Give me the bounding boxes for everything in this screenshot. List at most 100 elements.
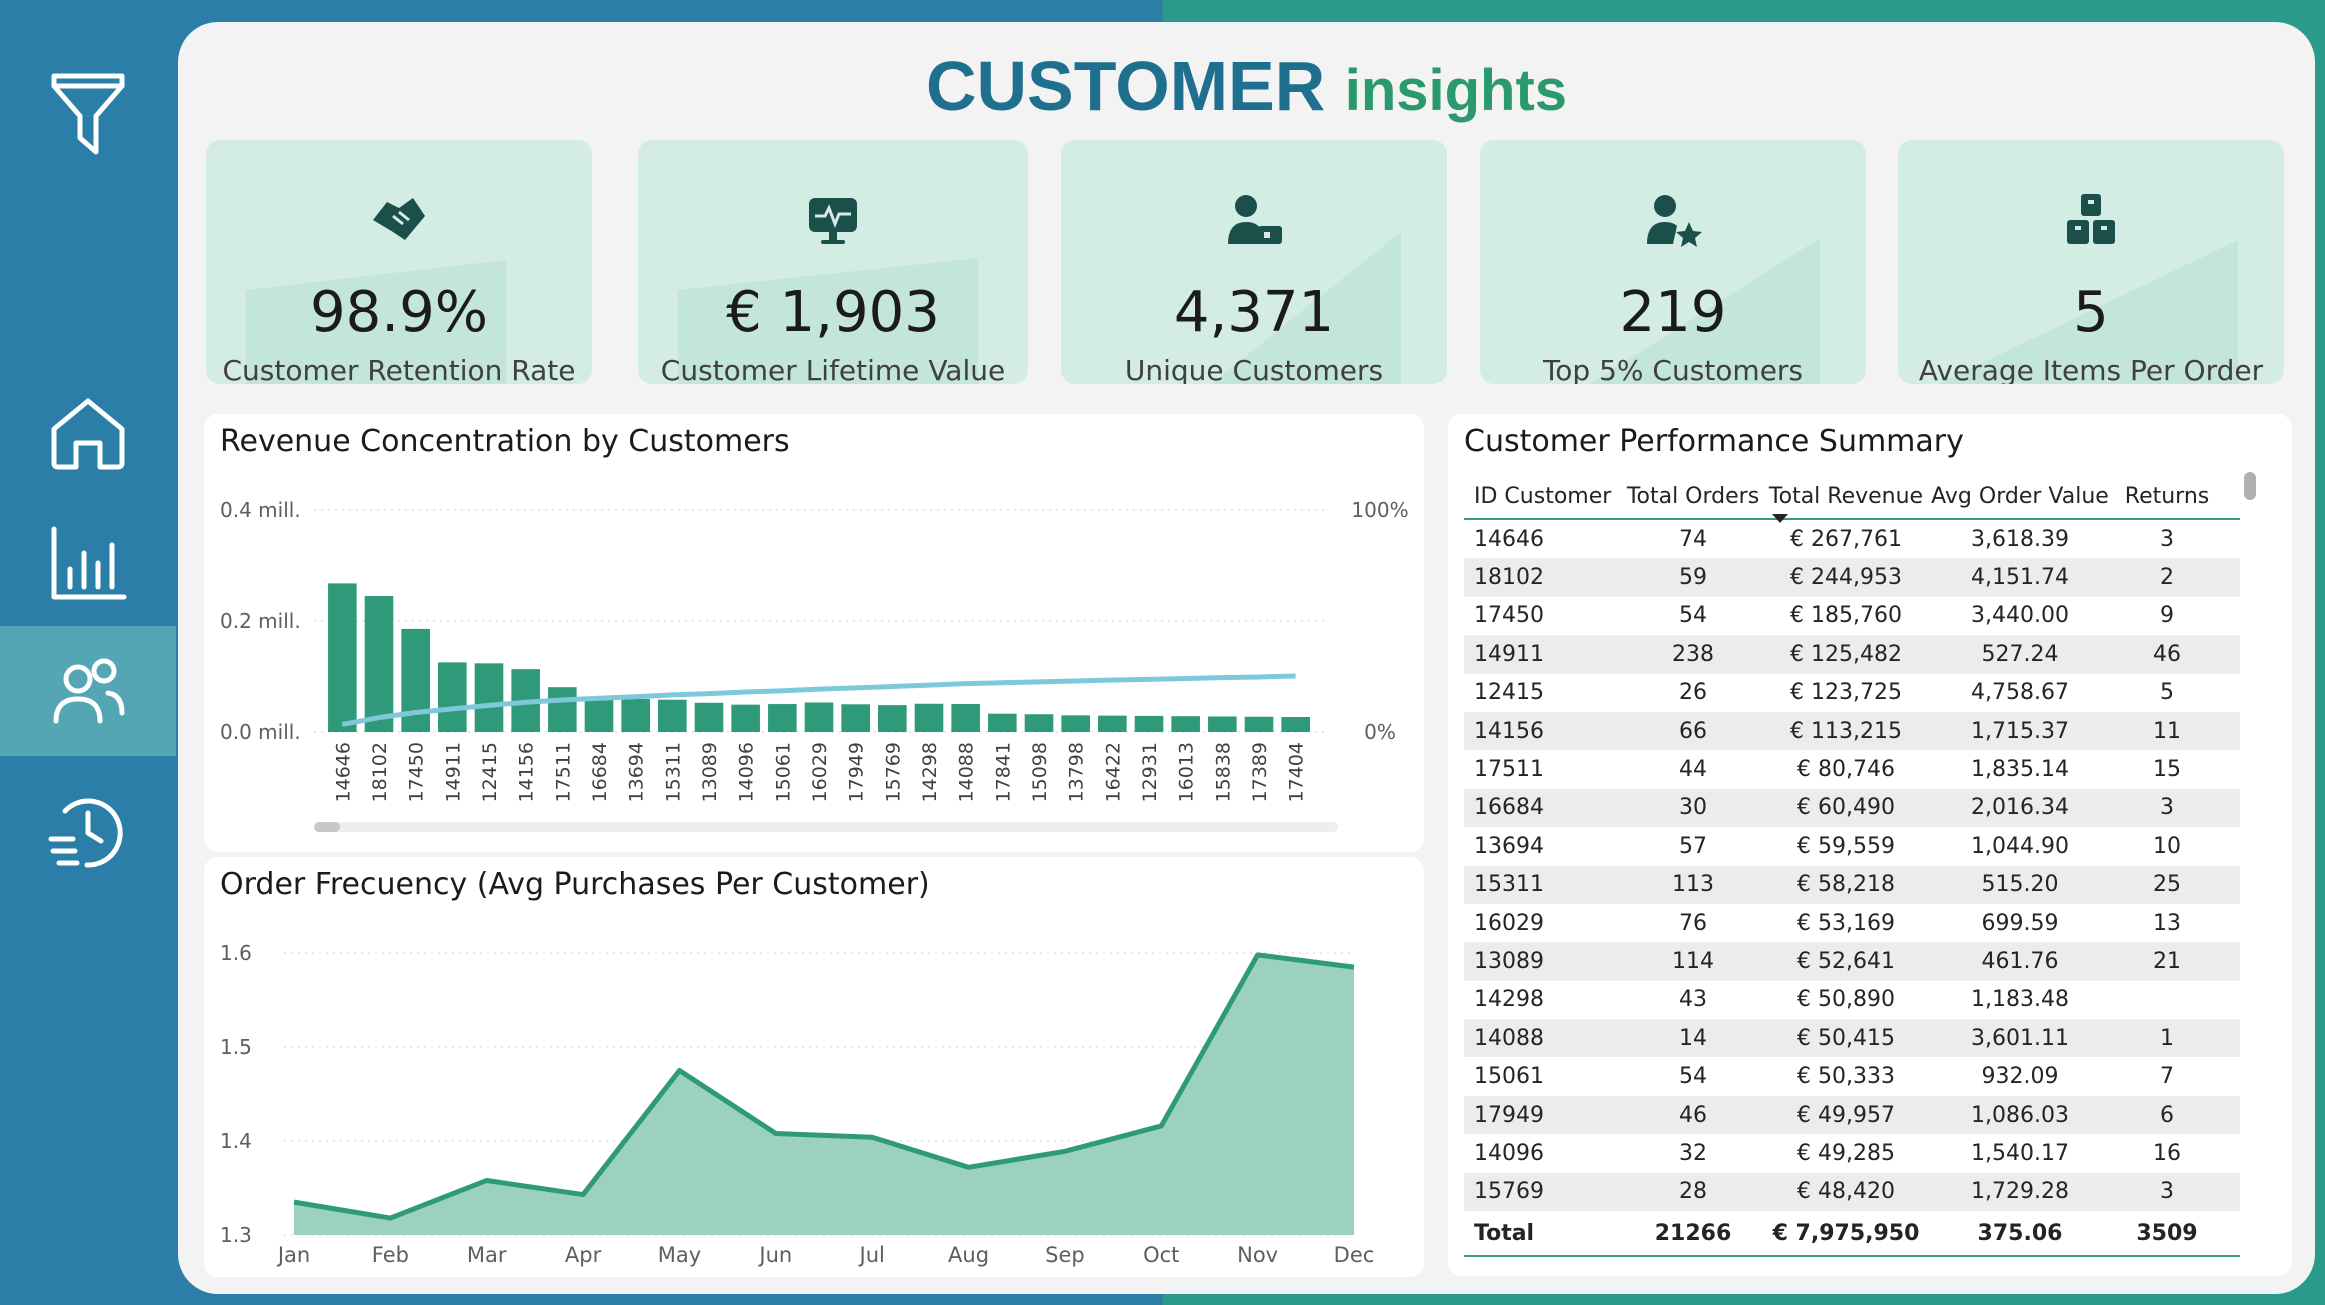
x-axis-tick-label: 16013 xyxy=(1176,742,1198,802)
total-revenue: € 7,975,950 xyxy=(1772,1220,1920,1246)
x-axis-tick-label: Nov xyxy=(1237,1243,1278,1267)
bar xyxy=(878,705,907,732)
total-avg-order-value: 375.06 xyxy=(1977,1220,2063,1246)
cell-returns: 13 xyxy=(2153,910,2181,936)
bar xyxy=(1061,715,1090,732)
sidebar-item-home[interactable] xyxy=(0,378,176,488)
y-axis-tick-label: 1.6 xyxy=(220,941,252,965)
cell-id-customer: 12415 xyxy=(1474,680,1544,706)
cell-id-customer: 17511 xyxy=(1474,757,1544,783)
cell-total-orders: 238 xyxy=(1672,641,1714,667)
cell-id-customer: 17949 xyxy=(1474,1102,1544,1128)
cell-avg-order-value: 1,183.48 xyxy=(1971,987,2069,1013)
sort-descending-icon xyxy=(1772,513,1788,523)
x-axis-tick-label: 17389 xyxy=(1249,742,1271,802)
bar xyxy=(914,703,944,732)
x-axis-tick-label: Sep xyxy=(1045,1243,1085,1267)
kpi-background-shape xyxy=(1590,238,1820,384)
cell-total-revenue: € 50,415 xyxy=(1797,1025,1895,1051)
cell-total-revenue: € 244,953 xyxy=(1790,565,1902,591)
cell-id-customer: 15311 xyxy=(1474,872,1544,898)
x-axis-tick-label: Jun xyxy=(757,1243,792,1267)
sidebar-item-customers[interactable] xyxy=(0,626,176,756)
table-row[interactable]: 14911 238 € 125,482 527.24 46 xyxy=(1464,635,2240,674)
table-row[interactable]: 14298 43 € 50,890 1,183.48 xyxy=(1464,981,2240,1019)
header-returns[interactable]: Returns xyxy=(2110,484,2224,509)
cell-id-customer: 16684 xyxy=(1474,795,1544,821)
x-axis-tick-label: Mar xyxy=(467,1243,507,1267)
user-id-icon xyxy=(1228,195,1282,244)
cell-total-orders: 74 xyxy=(1679,526,1707,552)
cell-total-revenue: € 49,285 xyxy=(1797,1140,1895,1166)
table-row[interactable]: 13089 114 € 52,641 461.76 21 xyxy=(1464,942,2240,981)
table-row[interactable]: 15769 28 € 48,420 1,729.28 3 xyxy=(1464,1172,2240,1212)
cell-total-revenue: € 185,760 xyxy=(1790,603,1902,629)
table-title: Customer Performance Summary xyxy=(1464,424,1964,459)
title-sub: insights xyxy=(1344,58,1568,123)
header-id-customer[interactable]: ID Customer xyxy=(1464,484,1624,509)
x-axis-tick-label: 15838 xyxy=(1212,742,1234,802)
kpi-value: 98.9% xyxy=(310,280,488,345)
table-row[interactable]: 14646 74 € 267,761 3,618.39 3 xyxy=(1464,520,2240,558)
cell-id-customer: 14096 xyxy=(1474,1140,1544,1166)
bar xyxy=(841,704,870,732)
cell-total-orders: 26 xyxy=(1679,680,1707,706)
table-row[interactable]: 17511 44 € 80,746 1,835.14 15 xyxy=(1464,750,2240,788)
bar xyxy=(328,583,357,732)
scrollbar-thumb xyxy=(314,822,340,832)
x-axis-tick-label: 17949 xyxy=(846,742,868,802)
users-icon xyxy=(53,658,125,724)
cell-returns: 3 xyxy=(2160,795,2174,821)
kpi-value: 5 xyxy=(2073,280,2109,345)
table-row[interactable]: 18102 59 € 244,953 4,151.74 2 xyxy=(1464,558,2240,597)
kpi-card-top-customers: 219 Top 5% Customers xyxy=(1480,140,1866,384)
cell-total-revenue: € 80,746 xyxy=(1797,757,1895,783)
total-label: Total xyxy=(1474,1220,1535,1246)
title-main: CUSTOMER xyxy=(925,47,1326,125)
kpi-card-unique-customers: 4,371 Unique Customers xyxy=(1061,140,1447,384)
table-row[interactable]: 13694 57 € 59,559 1,044.90 10 xyxy=(1464,827,2240,865)
x-axis-tick-label: Jul xyxy=(858,1243,885,1267)
cell-returns: 7 xyxy=(2160,1064,2174,1090)
sidebar-item-history[interactable] xyxy=(0,772,176,892)
header-total-orders[interactable]: Total Orders xyxy=(1624,484,1762,509)
x-axis-tick-label: Apr xyxy=(565,1243,602,1267)
table-row[interactable]: 14156 66 € 113,215 1,715.37 11 xyxy=(1464,711,2240,751)
bar xyxy=(474,663,504,732)
table-row[interactable]: 17949 46 € 49,957 1,086.03 6 xyxy=(1464,1095,2240,1135)
cell-avg-order-value: 699.59 xyxy=(1981,910,2059,936)
bar xyxy=(731,704,760,732)
table-scrollbar[interactable] xyxy=(2244,472,2256,500)
x-axis-tick-label: 16422 xyxy=(1102,742,1124,802)
cell-id-customer: 14156 xyxy=(1474,718,1544,744)
table-row[interactable]: 14088 14 € 50,415 3,601.11 1 xyxy=(1464,1019,2240,1058)
cell-id-customer: 13694 xyxy=(1474,833,1544,859)
x-axis-tick-label: Dec xyxy=(1334,1243,1375,1267)
table-row[interactable]: 12415 26 € 123,725 4,758.67 5 xyxy=(1464,674,2240,712)
table-total-row: Total 21266 € 7,975,950 375.06 3509 xyxy=(1464,1211,2240,1258)
kpi-value: 219 xyxy=(1619,280,1727,345)
x-axis-tick-label: 17511 xyxy=(552,742,574,802)
x-axis-tick-label: 12931 xyxy=(1139,742,1161,802)
header-total-revenue[interactable]: Total Revenue xyxy=(1762,484,1930,523)
header-avg-order-value[interactable]: Avg Order Value xyxy=(1930,484,2110,509)
filter-button[interactable] xyxy=(0,58,176,168)
cell-total-revenue: € 53,169 xyxy=(1797,910,1895,936)
x-axis-tick-label: 13089 xyxy=(699,742,721,802)
cell-returns: 21 xyxy=(2153,948,2181,974)
y-axis-tick-label: 1.3 xyxy=(220,1223,252,1247)
cell-avg-order-value: 3,618.39 xyxy=(1971,526,2069,552)
kpi-label: Customer Retention Rate xyxy=(222,354,576,384)
table-row[interactable]: 15311 113 € 58,218 515.20 25 xyxy=(1464,865,2240,904)
y2-axis-tick-label: 0% xyxy=(1364,720,1396,744)
table-row[interactable]: 16029 76 € 53,169 699.59 13 xyxy=(1464,904,2240,942)
table-row[interactable]: 17450 54 € 185,760 3,440.00 9 xyxy=(1464,597,2240,635)
cell-avg-order-value: 4,151.74 xyxy=(1971,565,2069,591)
table-row[interactable]: 15061 54 € 50,333 932.09 7 xyxy=(1464,1057,2240,1095)
y2-axis-tick-label: 100% xyxy=(1351,498,1408,522)
table-row[interactable]: 16684 30 € 60,490 2,016.34 3 xyxy=(1464,788,2240,828)
sidebar-item-reports[interactable] xyxy=(0,508,176,618)
cell-total-revenue: € 267,761 xyxy=(1790,526,1902,552)
order-frequency-chart: 1.3 1.4 1.5 1.6 Jan Feb Mar Apr May Jun Jul Aug Sep O… xyxy=(220,941,1375,1267)
table-row[interactable]: 14096 32 € 49,285 1,540.17 16 xyxy=(1464,1134,2240,1172)
